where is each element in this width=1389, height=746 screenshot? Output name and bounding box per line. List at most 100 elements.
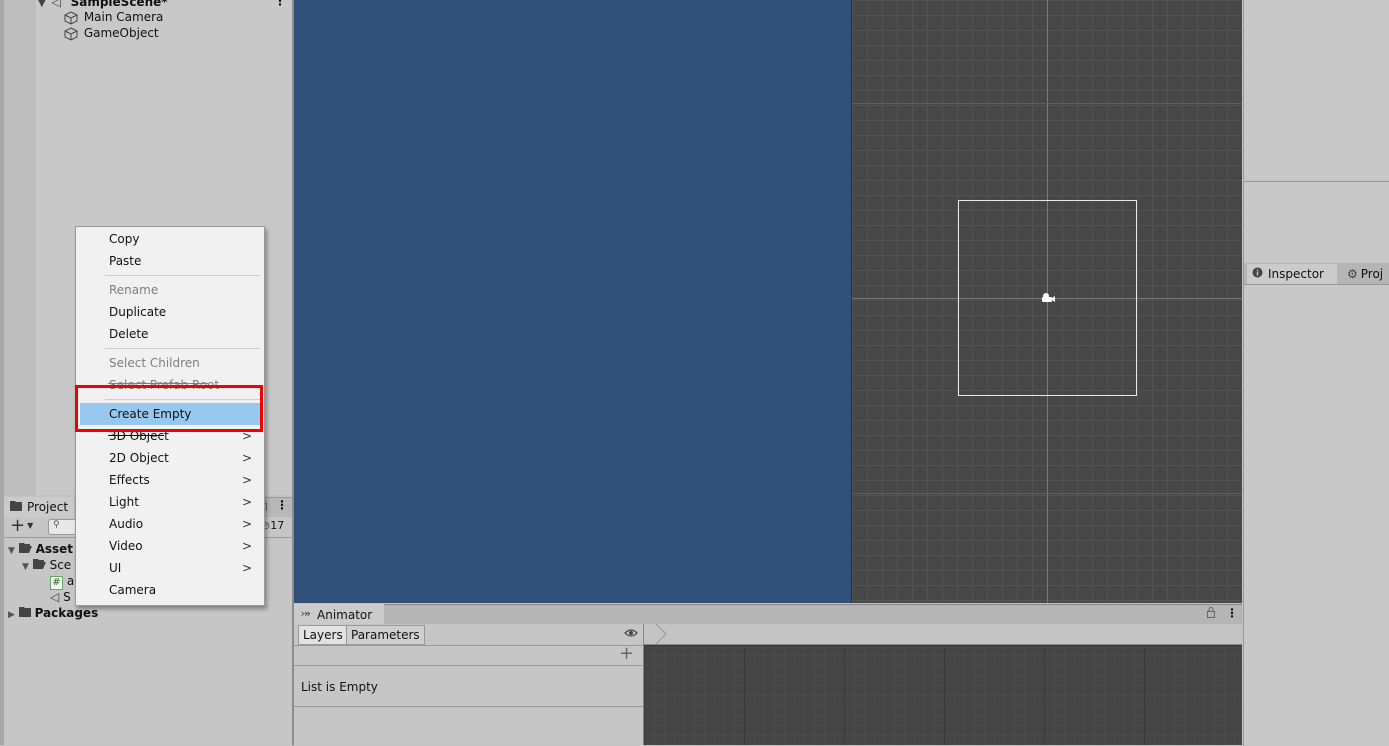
scene-grid-major-line — [852, 103, 1242, 104]
tree-item-packages[interactable]: ▶ Packages — [8, 606, 98, 620]
menu-item-light[interactable]: Light > — [76, 491, 264, 513]
expand-arrow-icon[interactable]: ▼ — [22, 562, 29, 572]
breadcrumb-chevron-icon — [650, 623, 670, 647]
add-layer-button[interactable]: + — [619, 643, 634, 664]
tree-item-label: Packages — [34, 606, 99, 620]
hierarchy-item-label: GameObject — [83, 26, 159, 40]
tab-project[interactable]: Project — [4, 497, 74, 517]
folder-icon — [10, 500, 22, 514]
menu-item-label: Effects — [109, 473, 150, 487]
project-settings-tab-label: Proj — [1360, 267, 1384, 281]
menu-item-label: Video — [109, 539, 143, 553]
animator-icon: ⤖ — [301, 606, 311, 620]
tree-item-scenes[interactable]: ▼ Sce — [22, 558, 71, 572]
project-search-input[interactable]: ⚲ — [48, 519, 78, 535]
folder-open-icon — [32, 558, 46, 572]
submenu-arrow-icon: > — [241, 517, 252, 531]
gameobject-cube-icon — [64, 10, 78, 25]
tree-item-label: S — [63, 590, 71, 604]
menu-item-select-children: Select Children — [76, 352, 264, 374]
layers-tab-label: Layers — [303, 628, 343, 642]
divider — [294, 706, 643, 707]
menu-item-label: UI — [109, 561, 122, 575]
menu-item-video[interactable]: Video > — [76, 535, 264, 557]
menu-item-label: Camera — [109, 583, 157, 597]
collapse-arrow-icon[interactable]: ▶ — [8, 610, 15, 620]
strikethrough-line — [108, 435, 164, 436]
submenu-arrow-icon: > — [241, 495, 252, 509]
add-button-label: + — [10, 515, 26, 536]
menu-separator — [105, 275, 261, 276]
folder-icon — [18, 606, 31, 620]
camera-gizmo-icon[interactable] — [1040, 291, 1056, 308]
submenu-arrow-icon: > — [241, 539, 252, 553]
unity-scene-icon: ◁ — [50, 590, 60, 604]
animator-graph[interactable] — [644, 645, 1242, 745]
menu-item-label: Duplicate — [109, 305, 167, 319]
inspector-tab-label: Inspector — [1268, 267, 1324, 281]
menu-item-audio[interactable]: Audio > — [76, 513, 264, 535]
tree-item-label: a — [66, 574, 75, 588]
gameobject-cube-icon — [64, 26, 78, 41]
animator-menu-icon[interactable]: ⋮ — [1226, 606, 1238, 620]
tree-item-label: Asset — [35, 542, 74, 556]
tree-item-scene-asset[interactable]: ◁ S — [50, 590, 71, 604]
scene-name: SampleScene* — [70, 0, 168, 9]
dropdown-arrow-icon: ▼ — [27, 521, 34, 530]
submenu-arrow-icon: > — [241, 561, 252, 575]
hierarchy-gutter — [4, 0, 36, 495]
lock-icon[interactable] — [1207, 607, 1215, 621]
expand-arrow-icon[interactable]: ▼ — [38, 0, 46, 9]
menu-item-label: 2D Object — [109, 451, 169, 465]
tab-inspector[interactable]: Inspector — [1247, 264, 1337, 284]
project-menu-icon[interactable]: ⋮ — [276, 498, 288, 512]
expand-arrow-icon[interactable]: ▼ — [8, 546, 15, 556]
hierarchy-item-label: Main Camera — [83, 10, 164, 24]
menu-item-ui[interactable]: UI > — [76, 557, 264, 579]
tab-project-settings[interactable]: ⚙ Proj — [1347, 267, 1383, 281]
tab-layers[interactable]: Layers — [298, 625, 348, 645]
folder-open-icon — [18, 542, 32, 556]
animator-tab-label: Animator — [317, 608, 373, 622]
menu-item-delete[interactable]: Delete — [76, 323, 264, 345]
hierarchy-item-main-camera[interactable]: Main Camera — [64, 9, 163, 25]
animator-tab-bar — [294, 604, 1242, 625]
layers-empty-text: List is Empty — [301, 680, 378, 694]
animator-breadcrumb-bar — [644, 624, 1242, 645]
menu-item-label: Copy — [109, 232, 140, 246]
info-icon — [1252, 267, 1263, 281]
search-icon: ⚲ — [53, 520, 60, 530]
project-tab-label: Project — [27, 500, 69, 514]
tree-item-label: Sce — [49, 558, 72, 572]
right-upper-panel — [1243, 0, 1389, 180]
menu-item-camera[interactable]: Camera — [76, 579, 264, 601]
menu-separator — [105, 348, 261, 349]
hierarchy-menu-icon[interactable]: ⋮ — [274, 0, 286, 8]
tab-parameters[interactable]: Parameters — [346, 625, 425, 645]
menu-item-2d-object[interactable]: 2D Object > — [76, 447, 264, 469]
tree-item-assets[interactable]: ▼ Asset — [8, 542, 73, 556]
right-middle-panel — [1243, 181, 1389, 264]
eye-icon[interactable] — [624, 627, 638, 641]
unity-scene-icon: ◁ — [51, 0, 61, 9]
parameters-tab-label: Parameters — [351, 628, 420, 642]
menu-item-duplicate[interactable]: Duplicate — [76, 301, 264, 323]
menu-item-copy[interactable]: Copy — [76, 228, 264, 250]
tree-item-script[interactable]: # a — [50, 574, 74, 590]
menu-item-label: Paste — [109, 254, 142, 268]
menu-item-label: Rename — [109, 283, 159, 297]
add-button[interactable]: + ▼ — [10, 516, 33, 536]
strikethrough-line — [108, 383, 208, 384]
menu-item-label: Audio — [109, 517, 144, 531]
menu-item-paste[interactable]: Paste — [76, 250, 264, 272]
menu-item-rename: Rename — [76, 279, 264, 301]
hidden-count-label: 17 — [270, 519, 285, 532]
menu-item-effects[interactable]: Effects > — [76, 469, 264, 491]
tab-animator[interactable]: ⤖ Animator — [294, 604, 384, 624]
hierarchy-item-gameobject[interactable]: GameObject — [64, 25, 159, 41]
submenu-arrow-icon: > — [241, 473, 252, 487]
gear-icon: ⚙ — [1347, 267, 1358, 281]
add-layer-label: + — [619, 643, 635, 664]
scene-grid-major-line — [852, 493, 1242, 494]
game-view[interactable] — [294, 0, 851, 603]
